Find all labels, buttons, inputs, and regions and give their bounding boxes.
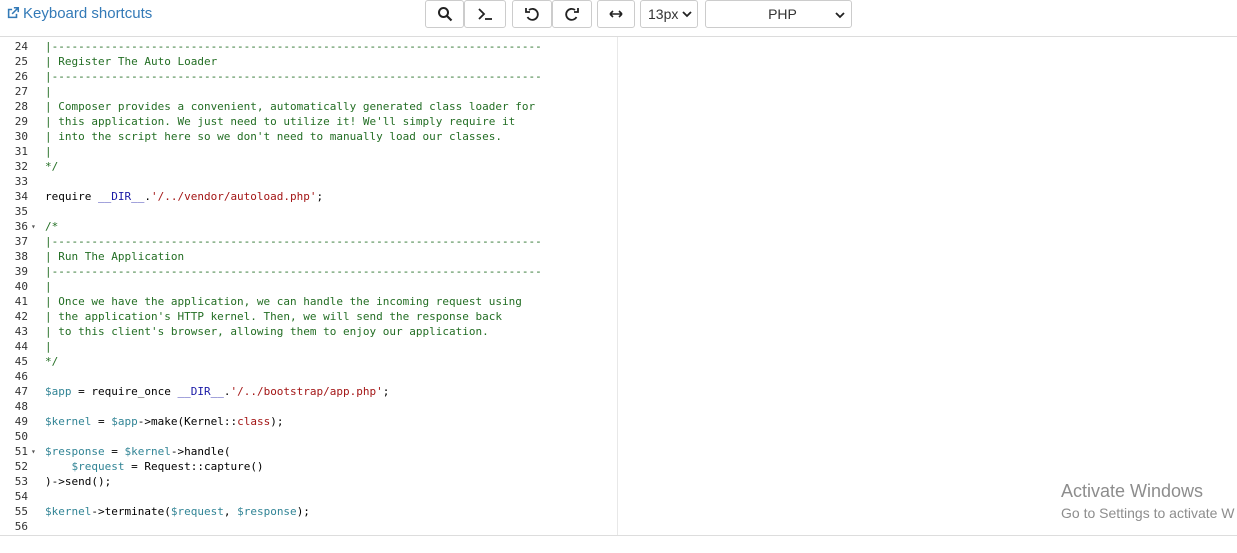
activate-windows-watermark: Activate Windows Go to Settings to activ… [1061,481,1235,521]
code-line: | into the script here so we don't need … [45,130,502,143]
code-line: |---------------------------------------… [45,70,542,83]
language-select[interactable]: PHP [705,0,852,28]
line-number: 41 [14,295,28,308]
chevron-down-icon [682,11,692,18]
code-line: /* [45,220,59,233]
undo-button[interactable] [512,0,552,28]
code-line: $request = Request::capture() [71,460,264,473]
watermark-subtitle: Go to Settings to activate W [1061,505,1235,521]
code-line: )->send(); [45,475,112,488]
print-margin [617,37,618,535]
editor-bottom-border [0,535,1237,536]
line-number: 32 [14,160,28,173]
line-number: 34 [14,190,28,203]
line-number: 37 [14,235,28,248]
editor-toolbar: Keyboard shortcuts 13px PHP [0,0,1237,37]
line-number: 46 [14,370,28,383]
code-line: | [45,340,52,353]
line-number: 44 [14,340,28,353]
line-number: 36 [14,220,28,233]
line-number: 47 [14,385,28,398]
line-number: 54 [14,490,28,503]
line-number: 43 [14,325,28,338]
external-link-icon [7,6,20,19]
code-line: |---------------------------------------… [45,40,542,53]
code-line: | this application. We just need to util… [45,115,516,128]
code-line: |---------------------------------------… [45,265,542,278]
line-number: 42 [14,310,28,323]
line-number: 55 [14,505,28,518]
line-number: 50 [14,430,28,443]
code-line: |---------------------------------------… [45,235,542,248]
fold-toggle-icon[interactable]: ▾ [31,444,36,459]
line-number: 24 [14,40,28,53]
line-number: 51 [14,445,28,458]
font-size-value: 13px [648,6,679,22]
code-line: $response = $kernel->handle( [45,445,231,458]
redo-icon [565,7,579,21]
line-number: 29 [14,115,28,128]
line-number: 38 [14,250,28,263]
code-line: */ [45,355,59,368]
font-size-select[interactable]: 13px [640,0,698,28]
line-number: 40 [14,280,28,293]
code-line: | [45,85,52,98]
undo-icon [525,7,539,21]
line-number: 53 [14,475,28,488]
line-number: 52 [14,460,28,473]
code-line: $kernel->terminate($request, $response); [45,505,310,518]
fold-toggle-icon[interactable]: ▾ [31,219,36,234]
line-number: 26 [14,70,28,83]
code-line: | Composer provides a convenient, automa… [45,100,536,113]
line-number: 49 [14,415,28,428]
word-wrap-button[interactable] [597,0,635,28]
chevron-down-icon [835,12,845,19]
line-number-gutter: 24 25 26 27 28 29 30 31 32 33 34 35 36 ▾ 37 38 39 40 41 42 4… [0,37,41,535]
language-value: PHP [768,6,797,22]
line-number: 31 [14,145,28,158]
line-number: 28 [14,100,28,113]
redo-button[interactable] [552,0,592,28]
keyboard-shortcuts-label: Keyboard shortcuts [23,4,153,22]
code-line: $app = require_once __DIR__.'/../bootstr… [45,385,390,398]
line-number: 27 [14,85,28,98]
line-number: 48 [14,400,28,413]
code-line: | the application's HTTP kernel. Then, w… [45,310,502,323]
watermark-title: Activate Windows [1061,481,1204,501]
line-number: 30 [14,130,28,143]
code-line: | Once we have the application, we can h… [45,295,522,308]
code-line: | Run The Application [45,250,185,263]
code-line: require __DIR__.'/../vendor/autoload.php… [45,190,324,203]
line-number: 56 [14,520,28,533]
code-line: | Register The Auto Loader [45,55,218,68]
search-icon [437,7,452,22]
line-number: 25 [14,55,28,68]
line-number: 33 [14,175,28,188]
code-line: $kernel = $app->make(Kernel::class); [45,415,284,428]
code-line: | [45,280,52,293]
search-button[interactable] [425,0,464,28]
line-number: 35 [14,205,28,218]
code-line: | to this client's browser, allowing the… [45,325,489,338]
line-number: 39 [14,265,28,278]
code-line: */ [45,160,59,173]
wrap-icon [609,10,623,18]
line-number: 45 [14,355,28,368]
code-editor[interactable]: 24 25 26 27 28 29 30 31 32 33 34 35 36 ▾ 37 38 39 40 41 42 4… [0,37,1237,535]
code-line: | [45,145,52,158]
keyboard-shortcuts-link[interactable]: Keyboard shortcuts [6,4,152,22]
command-palette-button[interactable] [464,0,506,28]
terminal-icon [478,8,492,20]
